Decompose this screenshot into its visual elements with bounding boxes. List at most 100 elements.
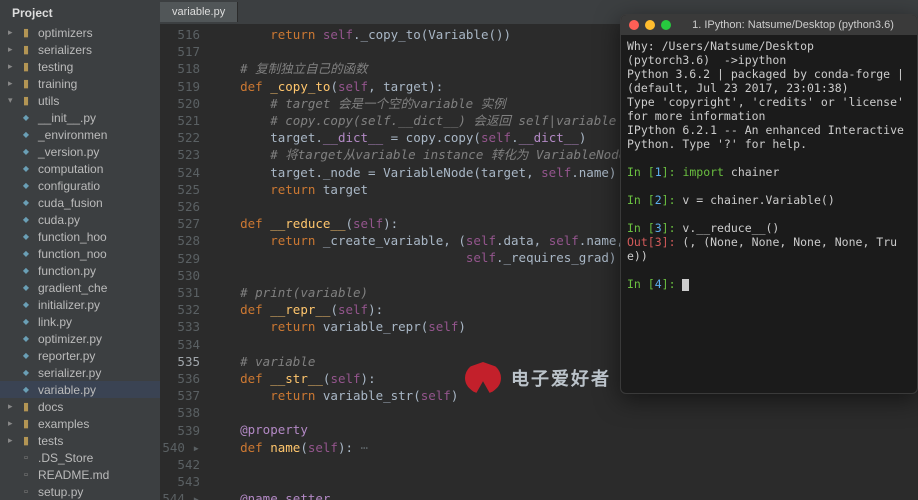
tree-label: cuda_fusion [38,196,103,210]
tree-label: computation [38,162,103,176]
chevron-icon: ▸ [8,44,18,55]
tree-item[interactable]: ▸▮ training [0,75,160,92]
py-icon: ◆ [18,317,34,326]
tree-label: tests [38,434,63,448]
tree-item[interactable]: ▫.DS_Store [0,449,160,466]
tree-label: link.py [38,315,72,329]
maximize-icon[interactable] [661,20,671,30]
close-icon[interactable] [629,20,639,30]
tree-label: README.md [38,468,109,482]
py-icon: ◆ [18,300,34,309]
tree-item[interactable]: ◆ optimizer.py [0,330,160,347]
tree-label: training [38,77,77,91]
tree-label: optimizers [38,26,93,40]
tree-item[interactable]: ▸▮ testing [0,58,160,75]
tree-label: function_hoo [38,230,107,244]
tree-label: _environmen [38,128,107,142]
py-icon: ◆ [18,130,34,139]
tree-label: examples [38,417,89,431]
tree-item[interactable]: ◆ configuratio [0,177,160,194]
tree-item[interactable]: ◆ __init__.py [0,109,160,126]
tree-label: variable.py [38,383,96,397]
tree-label: setup.py [38,485,83,499]
folder-icon: ▮ [18,43,34,56]
py-icon: ◆ [18,266,34,275]
tree-item[interactable]: ▾▮ utils [0,92,160,109]
watermark: 电子爱好者 [465,362,611,394]
folder-icon: ▮ [18,94,34,107]
tree-label: gradient_che [38,281,107,295]
tree-label: configuratio [38,179,100,193]
chevron-icon: ▸ [8,27,18,38]
tree-label: cuda.py [38,213,80,227]
tree-item[interactable]: ◆ cuda.py [0,211,160,228]
tree-label: testing [38,60,73,74]
watermark-logo-icon [465,362,501,394]
tree-item[interactable]: ▫ setup.py [0,483,160,500]
py-icon: ◆ [18,215,34,224]
tree-label: optimizer.py [38,332,102,346]
py-icon: ◆ [18,249,34,258]
folder-icon: ▮ [18,400,34,413]
line-gutter: 5165175185195205215225235245255265275285… [160,24,210,500]
chevron-icon: ▸ [8,61,18,72]
folder-icon: ▮ [18,77,34,90]
py-icon: ◆ [18,351,34,360]
terminal-title: 1. IPython: Natsume/Desktop (python3.6) [677,18,909,32]
tree-label: reporter.py [38,349,95,363]
tree-label: utils [38,94,59,108]
chevron-icon: ▸ [8,401,18,412]
py-icon: ◆ [18,164,34,173]
terminal-titlebar[interactable]: 1. IPython: Natsume/Desktop (python3.6) [621,15,917,35]
minimize-icon[interactable] [645,20,655,30]
tree-item[interactable]: ◆variable.py [0,381,160,398]
tree-item[interactable]: ▸▮ docs [0,398,160,415]
tree-label: .DS_Store [38,451,93,465]
project-title: Project [0,4,160,24]
tree-label: __init__.py [38,111,96,125]
tree-item[interactable]: ◆ reporter.py [0,347,160,364]
file-tree: ▸▮optimizers▸▮serializers▸▮testing▸▮trai… [0,24,160,500]
py-icon: ◆ [18,113,34,122]
tree-item[interactable]: ◆ link.py [0,313,160,330]
tree-label: serializers [38,43,92,57]
py-icon: ◆ [18,368,34,377]
tree-item[interactable]: ◆ _environmen [0,126,160,143]
tree-label: function_noo [38,247,107,261]
tree-item[interactable]: ◆ function.py [0,262,160,279]
tree-label: function.py [38,264,96,278]
tree-item[interactable]: ◆ function_noo [0,245,160,262]
terminal-body[interactable]: Why: /Users/Natsume/Desktop(pytorch3.6) … [621,35,917,295]
tab-variable[interactable]: variable.py [160,2,238,22]
py-icon: ◆ [18,181,34,190]
tree-item[interactable]: ▸▮tests [0,432,160,449]
project-sidebar: Project ▸▮optimizers▸▮serializers▸▮testi… [0,0,160,500]
tree-item[interactable]: ◆ initializer.py [0,296,160,313]
folder-icon: ▮ [18,26,34,39]
tree-item[interactable]: ◆ _version.py [0,143,160,160]
terminal-window: 1. IPython: Natsume/Desktop (python3.6) … [620,14,918,394]
folder-icon: ▮ [18,60,34,73]
watermark-text: 电子爱好者 [511,365,611,391]
file-icon: ▫ [18,486,34,498]
tree-item[interactable]: ◆ computation [0,160,160,177]
tree-label: docs [38,400,63,414]
tree-label: _version.py [38,145,99,159]
folder-icon: ▮ [18,417,34,430]
tree-item[interactable]: ◆gradient_che [0,279,160,296]
tree-item[interactable]: ▸▮examples [0,415,160,432]
tree-item[interactable]: ▸▮ serializers [0,41,160,58]
py-icon: ◆ [18,198,34,207]
chevron-icon: ▾ [8,95,18,106]
tree-item[interactable]: ◆serializer.py [0,364,160,381]
tree-item[interactable]: ▸▮ optimizers [0,24,160,41]
tree-item[interactable]: ▫README.md [0,466,160,483]
chevron-icon: ▸ [8,78,18,89]
py-icon: ◆ [18,147,34,156]
tree-item[interactable]: ◆ function_hoo [0,228,160,245]
py-icon: ◆ [18,232,34,241]
chevron-icon: ▸ [8,435,18,446]
py-icon: ◆ [18,334,34,343]
tree-item[interactable]: ◆ cuda_fusion [0,194,160,211]
tree-label: initializer.py [38,298,100,312]
